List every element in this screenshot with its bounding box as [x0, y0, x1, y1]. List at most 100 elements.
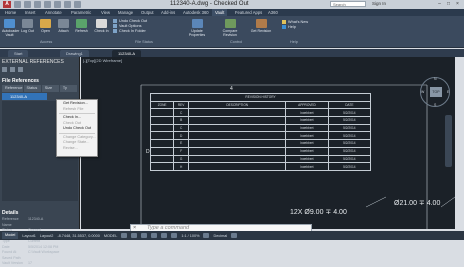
- zone-number: 4: [230, 86, 233, 92]
- sign-in-link[interactable]: Sign In: [372, 1, 386, 6]
- column-type[interactable]: Ty: [60, 85, 78, 92]
- list-item-selected[interactable]: 112340-A: [2, 93, 47, 100]
- navigation-bar[interactable]: [445, 115, 452, 167]
- check-in-folder-button[interactable]: Check In Folder: [113, 29, 147, 34]
- tab-view[interactable]: View: [98, 9, 113, 16]
- menu-item-undo-check-out[interactable]: Undo Check Out: [57, 126, 97, 132]
- compass-north: N: [434, 77, 437, 81]
- header-description: DESCRIPTION: [188, 100, 287, 110]
- menu-item-refresh-file[interactable]: Refresh File: [57, 107, 97, 113]
- details-heading: Details: [2, 210, 19, 216]
- tab-parametric[interactable]: Parametric: [68, 9, 94, 16]
- status-bar: Model Layout1 Layout2 -8.7448, 31.5537, …: [0, 231, 464, 240]
- save-icon[interactable]: [34, 1, 41, 8]
- application-menu-button[interactable]: A: [3, 1, 11, 8]
- doc-tab-drawing1[interactable]: Drawing1: [60, 50, 89, 57]
- open-folder-icon: [40, 19, 51, 28]
- document-tabs: Start Drawing1 112340-A: [0, 49, 464, 57]
- help-icon[interactable]: [18, 67, 23, 72]
- doc-tab-112340-a[interactable]: 112340-A: [112, 50, 142, 57]
- table-row: Cbwebbert 5/2/2014: [149, 123, 372, 133]
- tab-a360[interactable]: A360: [265, 9, 281, 16]
- viewcube[interactable]: TOP N S W E: [420, 77, 450, 107]
- units-display[interactable]: Decimal: [213, 234, 227, 238]
- snap-icon[interactable]: [131, 233, 138, 238]
- details-row: Vault Version 17: [2, 261, 32, 265]
- doc-tab-start[interactable]: Start: [8, 50, 29, 57]
- table-row: Ebwebbert 5/2/2014: [149, 139, 372, 148]
- minimize-button[interactable]: –: [435, 0, 444, 8]
- attach-dwg-icon[interactable]: [2, 67, 7, 72]
- layout-tab-1[interactable]: Layout1: [22, 234, 36, 238]
- annotation-scale[interactable]: 1:1 / 100%: [181, 234, 199, 238]
- save-as-icon[interactable]: [44, 1, 51, 8]
- ortho-icon[interactable]: [141, 233, 148, 238]
- file-references-heading: File References: [2, 78, 39, 84]
- tab-autodesk-360[interactable]: Autodesk 360: [180, 9, 212, 16]
- open-file-icon[interactable]: [24, 1, 31, 8]
- new-file-icon[interactable]: [14, 1, 21, 8]
- header-date: DATE: [327, 100, 372, 110]
- table-row: Gbwebbert 5/2/2014: [149, 154, 372, 164]
- log-out-button[interactable]: Log Out: [20, 19, 35, 36]
- palette-title: EXTERNAL REFERENCES: [2, 59, 64, 65]
- refresh-icon[interactable]: [10, 67, 15, 72]
- refresh-icon: [76, 19, 87, 28]
- close-button[interactable]: ×: [453, 0, 462, 8]
- compass-west: W: [421, 90, 425, 94]
- quick-access-toolbar: [14, 1, 81, 8]
- layout-tab-2[interactable]: Layout2: [40, 234, 54, 238]
- palette-toolbar: [2, 67, 23, 72]
- column-status[interactable]: Status: [24, 85, 42, 92]
- update-properties-button[interactable]: Update Properties: [186, 19, 208, 37]
- compass-east: E: [447, 90, 450, 94]
- tab-insert[interactable]: Insert: [22, 9, 38, 16]
- header-rev: REV: [173, 100, 190, 110]
- column-size[interactable]: Size: [42, 85, 60, 92]
- menu-item-revise[interactable]: Revise...: [57, 146, 97, 152]
- model-tab[interactable]: Model: [2, 232, 19, 239]
- table-row: Cbwebbert 5/2/2014: [149, 108, 372, 118]
- table-header-row: ZONE REV DESCRIPTION APPROVED DATE: [149, 100, 372, 110]
- file-references-header: Reference Status Size Ty: [2, 85, 78, 92]
- open-button[interactable]: Open: [38, 19, 53, 36]
- grid-icon[interactable]: [121, 233, 128, 238]
- refresh-button[interactable]: Refresh: [74, 19, 89, 36]
- tab-vault[interactable]: Vault: [212, 9, 228, 16]
- tab-add-ins[interactable]: Add-ins: [158, 9, 178, 16]
- search-input[interactable]: Search: [330, 1, 366, 7]
- tab-output[interactable]: Output: [138, 9, 157, 16]
- vault-icon: [4, 19, 15, 28]
- panel-label-help: Help: [290, 40, 298, 44]
- polar-icon[interactable]: [151, 233, 158, 238]
- customize-icon[interactable]: [231, 233, 238, 238]
- redo-icon[interactable]: [74, 1, 81, 8]
- table-row: Dbwebbert 5/2/2014: [149, 131, 372, 141]
- table-title: REVISION HISTORY: [150, 93, 371, 102]
- osnap-icon[interactable]: [161, 233, 168, 238]
- viewcube-top-face[interactable]: TOP: [430, 87, 442, 97]
- attach-button[interactable]: Attach: [56, 19, 71, 36]
- check-in-button[interactable]: Check In: [94, 19, 109, 36]
- window-controls: – □ ×: [435, 0, 462, 8]
- get-revision-icon: [255, 19, 267, 28]
- workspace-icon[interactable]: [203, 233, 210, 238]
- ribbon-panel: Autoloader Vault Log Out Open Attach Ref…: [0, 16, 464, 48]
- revision-history-table: REVISION HISTORY ZONE REV DESCRIPTION AP…: [149, 93, 372, 171]
- get-revision-button[interactable]: Get Revision: [250, 19, 272, 36]
- column-reference[interactable]: Reference: [2, 85, 24, 92]
- undo-icon[interactable]: [64, 1, 71, 8]
- tab-annotate[interactable]: Annotate: [42, 9, 65, 16]
- details-table: Reference Name112340-A StatusOpened Size…: [2, 217, 78, 267]
- tab-featured-apps[interactable]: Featured Apps: [232, 9, 265, 16]
- print-icon[interactable]: [54, 1, 61, 8]
- tab-manage[interactable]: Manage: [115, 9, 136, 16]
- tab-home[interactable]: Home: [2, 9, 19, 16]
- lineweight-icon[interactable]: [171, 233, 178, 238]
- model-space-toggle[interactable]: MODEL: [104, 234, 118, 238]
- maximize-button[interactable]: □: [444, 0, 453, 8]
- menu-separator: [59, 113, 95, 114]
- autoloader-vault-button[interactable]: Autoloader Vault: [2, 19, 19, 37]
- help-button[interactable]: Help: [282, 25, 308, 30]
- compare-revision-button[interactable]: Compare Revision: [219, 19, 241, 37]
